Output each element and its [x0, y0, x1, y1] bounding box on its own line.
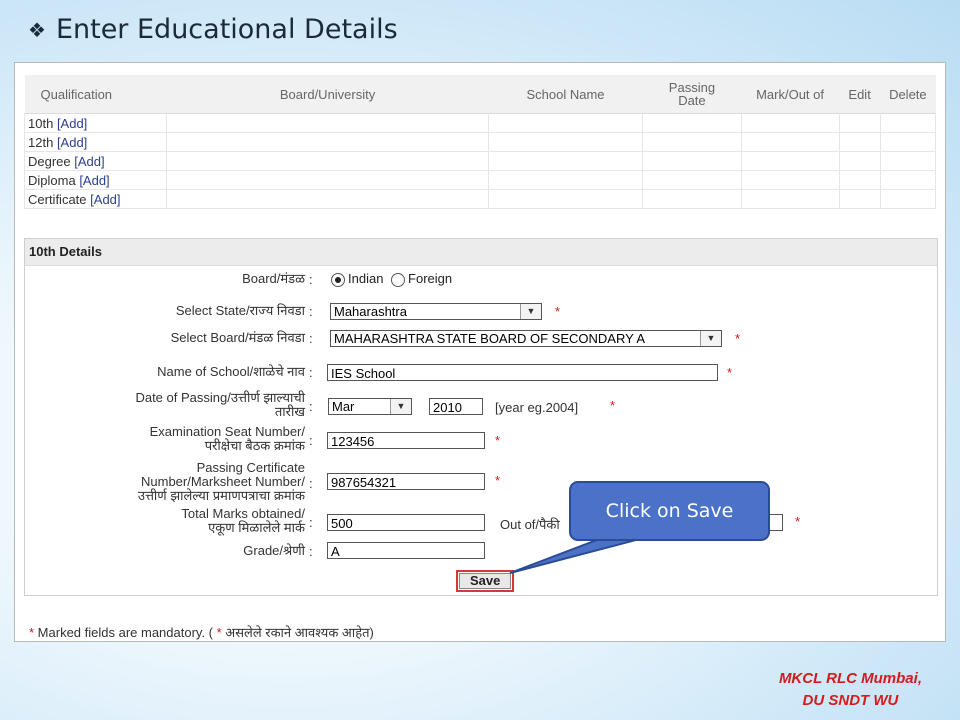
table-row: Diploma [Add]: [23, 170, 937, 190]
add-diploma-link[interactable]: [Add]: [79, 173, 109, 188]
qualification-table: Qualification Board/University School Na…: [23, 75, 937, 209]
radio-indian[interactable]: [331, 272, 345, 287]
passing-month-select[interactable]: Mar ▼: [328, 398, 412, 415]
qualification-cell: 10th [Add]: [23, 113, 168, 133]
col-qualification: Qualification: [24, 75, 167, 114]
board-radio-group: Indian Foreign: [331, 271, 452, 287]
add-certificate-link[interactable]: [Add]: [90, 192, 120, 207]
board-select[interactable]: MAHARASHTRA STATE BOARD OF SECONDARY A ▼: [330, 330, 722, 347]
details-header: 10th Details: [25, 239, 937, 266]
seat-number-label: Examination Seat Number/ परीक्षेचा बैठक …: [149, 424, 305, 453]
certificate-number-label: Passing Certificate Number/Marksheet Num…: [137, 460, 305, 503]
col-school-name: School Name: [488, 75, 643, 114]
total-marks-input[interactable]: 500: [327, 514, 485, 531]
passing-date-label: Date of Passing/उत्तीर्ण झाल्याची तारीख: [135, 390, 305, 419]
col-board-university: Board/University: [166, 75, 489, 114]
state-label: Select State/राज्य निवडा: [175, 303, 305, 318]
tenth-details-section: 10th Details Board/मंडळ : Indian Foreign…: [24, 238, 938, 596]
school-label: Name of School/शाळेचे नाव: [157, 364, 305, 379]
chevron-down-icon: ▼: [700, 331, 721, 346]
table-header-row: Qualification Board/University School Na…: [24, 75, 936, 114]
save-highlight: Save: [456, 570, 515, 592]
table-row: Certificate [Add]: [23, 189, 937, 209]
table-row: Degree [Add]: [23, 151, 937, 171]
chevron-down-icon: ▼: [520, 304, 541, 319]
board-label: Board/मंडळ: [242, 271, 305, 286]
seat-number-input[interactable]: 123456: [327, 432, 485, 449]
col-passing-date: Passing Date: [642, 75, 742, 114]
col-edit: Edit: [839, 75, 881, 114]
save-button[interactable]: Save: [459, 573, 512, 589]
radio-foreign[interactable]: [391, 272, 406, 287]
add-degree-link[interactable]: [Add]: [74, 154, 104, 169]
school-input[interactable]: IES School: [327, 364, 718, 381]
add-12th-link[interactable]: [Add]: [57, 135, 87, 150]
grade-label: Grade/श्रेणी: [243, 543, 305, 558]
slide-title: ❖ Enter Educational Details: [28, 14, 398, 45]
certificate-number-input[interactable]: 987654321: [327, 473, 485, 490]
out-of-label: Out of/पैकी: [500, 517, 560, 532]
mandatory-note: * Marked fields are mandatory. ( * असलेल…: [29, 625, 374, 640]
qualification-cell: Certificate [Add]: [23, 189, 168, 209]
col-mark-outof: Mark/Out of: [741, 75, 840, 114]
add-10th-link[interactable]: [Add]: [57, 116, 87, 131]
grade-input[interactable]: A: [327, 542, 485, 559]
passing-year-input[interactable]: 2010: [429, 398, 483, 415]
state-select[interactable]: Maharashtra ▼: [330, 303, 542, 320]
qualification-cell: 12th [Add]: [23, 132, 168, 152]
slide-title-text: Enter Educational Details: [55, 14, 398, 45]
board-select-label: Select Board/मंडळ निवडा: [170, 330, 305, 345]
diamond-bullet-icon: ❖: [28, 17, 46, 42]
col-delete: Delete: [880, 75, 936, 114]
qualification-cell: Degree [Add]: [23, 151, 168, 171]
qualification-cell: Diploma [Add]: [23, 170, 168, 190]
year-hint: [year eg.2004]: [495, 400, 579, 415]
credit-text: MKCL RLC Mumbai, DU SNDT WU: [778, 670, 922, 709]
total-marks-label: Total Marks obtained/ एकूण मिळालेले मार्…: [181, 506, 305, 535]
table-row: 12th [Add]: [23, 132, 937, 152]
form-panel: Qualification Board/University School Na…: [14, 62, 946, 642]
table-row: 10th [Add]: [23, 113, 937, 133]
click-on-save-callout: Click on Save: [569, 481, 770, 541]
chevron-down-icon: ▼: [390, 399, 411, 414]
